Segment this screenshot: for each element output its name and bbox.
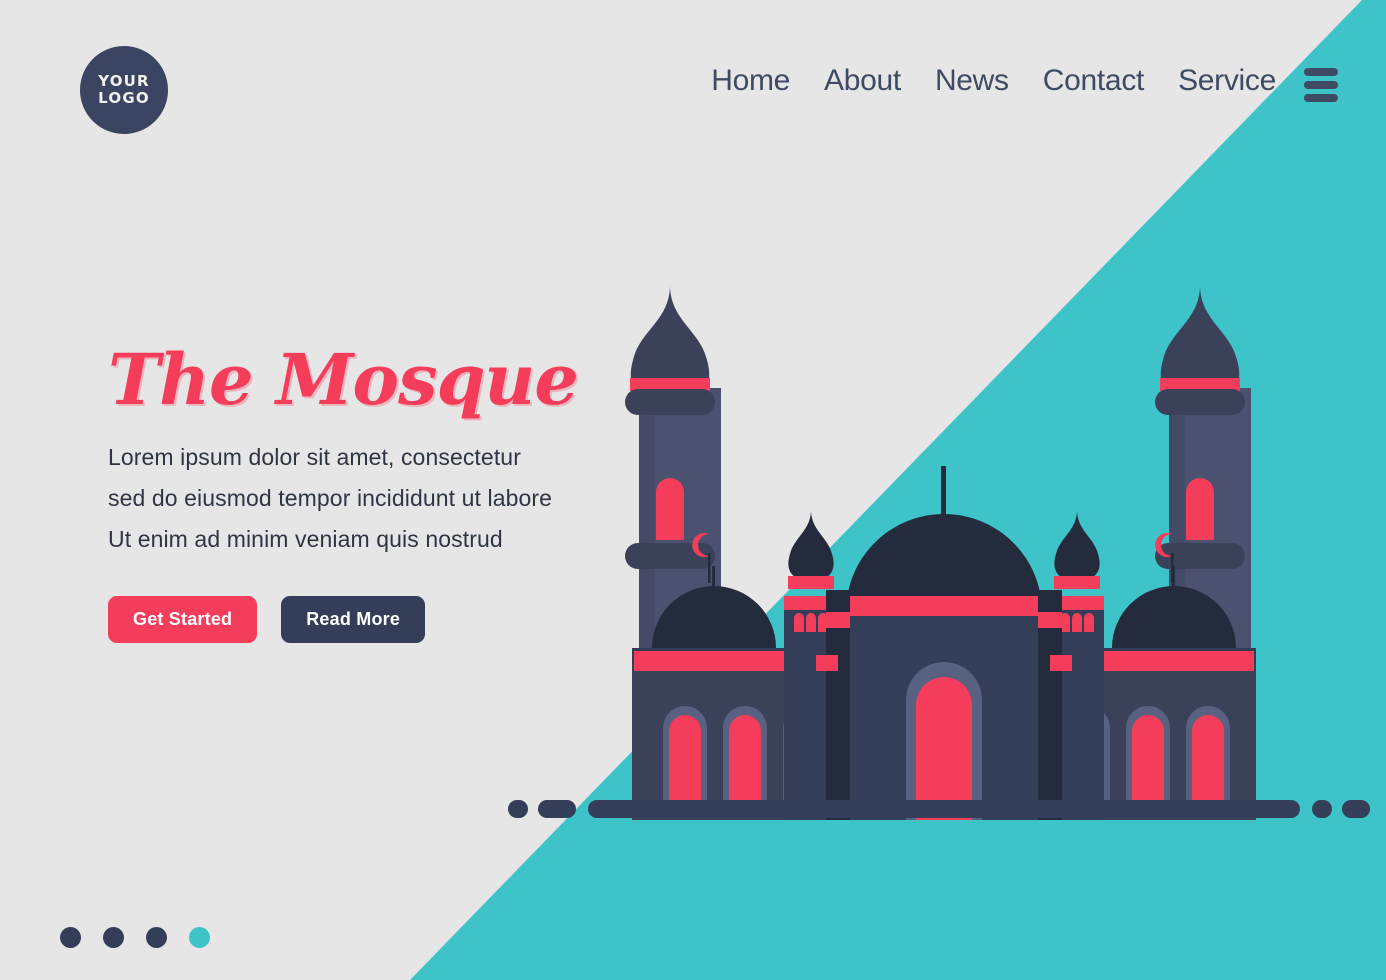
landing-page: YOUR LOGO Home About News Contact Servic… <box>0 0 1386 980</box>
pagination-dot-3[interactable] <box>146 927 167 948</box>
page-title: The Mosque <box>108 338 579 421</box>
nav-item-home[interactable]: Home <box>711 64 790 98</box>
nav-item-contact[interactable]: Contact <box>1043 64 1145 98</box>
hero-description: Lorem ipsum dolor sit amet, consectetur … <box>108 437 628 560</box>
hamburger-bar-3 <box>1304 94 1338 102</box>
hamburger-bar-1 <box>1304 68 1338 76</box>
hero-description-line-2: sed do eiusmod tempor incididunt ut labo… <box>108 484 553 511</box>
read-more-button[interactable]: Read More <box>281 595 426 643</box>
logo-line-1: YOUR <box>98 72 150 90</box>
nav-item-news[interactable]: News <box>935 64 1009 98</box>
pagination-dot-2[interactable] <box>103 927 124 948</box>
carousel-pagination <box>60 927 210 948</box>
logo-line-2: LOGO <box>98 89 150 107</box>
your-logo[interactable]: YOUR LOGO <box>80 46 168 134</box>
get-started-button[interactable]: Get Started <box>108 595 258 643</box>
hero-actions: Get Started Read More <box>108 595 628 643</box>
hamburger-menu-icon[interactable] <box>1304 68 1338 102</box>
main-navigation: Home About News Contact Service <box>711 64 1276 98</box>
hamburger-bar-2 <box>1304 81 1338 89</box>
site-header: YOUR LOGO Home About News Contact Servic… <box>0 0 1386 180</box>
hero-description-line-1: Lorem ipsum dolor sit amet, consectetur <box>108 444 521 470</box>
hero-section: The Mosque Lorem ipsum dolor sit amet, c… <box>108 345 628 643</box>
hero-description-line-3: Ut enim ad minim veniam quis nostrud <box>108 525 503 552</box>
pagination-dot-1[interactable] <box>60 927 81 948</box>
nav-item-service[interactable]: Service <box>1178 64 1276 98</box>
nav-item-about[interactable]: About <box>824 64 901 98</box>
pagination-dot-4[interactable] <box>189 927 210 948</box>
